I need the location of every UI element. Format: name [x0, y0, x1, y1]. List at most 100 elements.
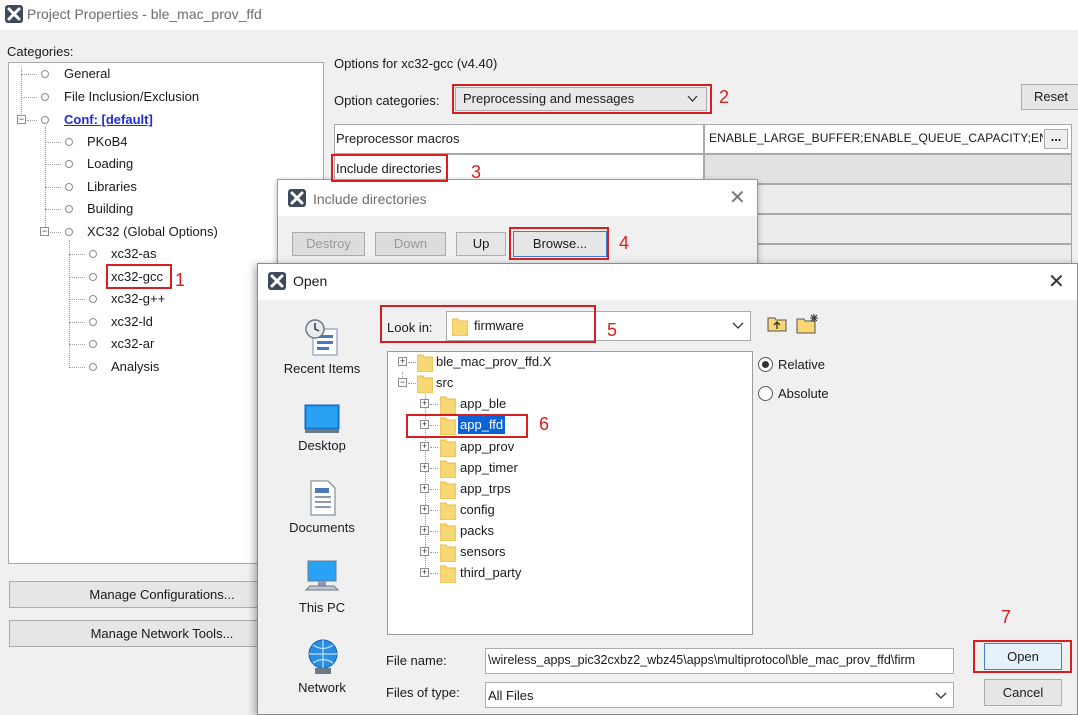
folder-row-app-trps[interactable]: + app_trps: [388, 479, 754, 499]
annotation-number-5: 5: [607, 320, 618, 340]
file-name-label: File name:: [386, 653, 447, 668]
category-general[interactable]: General: [64, 65, 110, 83]
recent-items-label: Recent Items: [283, 361, 361, 376]
folder-row-app-prov[interactable]: + app_prov: [388, 437, 754, 457]
expand-icon[interactable]: +: [398, 357, 407, 366]
category-libraries[interactable]: Libraries: [87, 178, 137, 196]
place-documents[interactable]: Documents: [274, 478, 370, 535]
macros-ellipsis-button[interactable]: ...: [1044, 129, 1068, 149]
folder-label: sensors: [460, 544, 506, 559]
annotation-box-7: [973, 640, 1072, 673]
expand-icon[interactable]: +: [420, 505, 429, 514]
category-xc32-as[interactable]: xc32-as: [111, 245, 157, 263]
xc32-ar-bullet-icon: [89, 340, 97, 348]
folder-label: app_prov: [460, 439, 515, 454]
category-pkob4[interactable]: PKoB4: [87, 133, 127, 151]
relative-radio[interactable]: Relative: [758, 355, 868, 375]
down-button[interactable]: Down: [375, 232, 446, 256]
options-for-label: Options for xc32-gcc (v4.40): [334, 56, 498, 71]
app-logo-icon: [268, 272, 286, 290]
category-xc32-ld[interactable]: xc32-ld: [111, 313, 153, 331]
chevron-down-icon: [935, 692, 947, 700]
expand-icon[interactable]: +: [420, 399, 429, 408]
destroy-button[interactable]: Destroy: [292, 232, 365, 256]
expand-icon[interactable]: +: [420, 484, 429, 493]
new-folder-icon[interactable]: [796, 313, 820, 335]
option-categories-label: Option categories:: [334, 93, 440, 108]
category-xc32-ar[interactable]: xc32-ar: [111, 335, 154, 353]
up-button[interactable]: Up: [456, 232, 506, 256]
xc32-collapse-icon[interactable]: −: [40, 227, 49, 236]
category-building[interactable]: Building: [87, 200, 133, 218]
radio-unselected-icon: [758, 386, 773, 401]
include-directories-titlebar: Include directories ✕: [278, 180, 757, 216]
reset-button[interactable]: Reset: [1021, 84, 1078, 110]
folder-label: app_ble: [460, 396, 507, 411]
libraries-bullet-icon: [65, 183, 73, 191]
folder-label: ble_mac_prov_ffd.X: [436, 354, 552, 369]
expand-icon[interactable]: +: [420, 568, 429, 577]
annotation-box-6: [406, 414, 528, 438]
folder-row-src[interactable]: − src: [388, 373, 754, 393]
expand-icon[interactable]: +: [420, 463, 429, 472]
loading-bullet-icon: [65, 160, 73, 168]
file-name-input[interactable]: \wireless_apps_pic32cxbz2_wbz45\apps\mul…: [485, 648, 954, 674]
folder-row-packs[interactable]: + packs: [388, 521, 754, 541]
folder-icon: [417, 352, 433, 372]
preprocessor-macros-cell[interactable]: ENABLE_LARGE_BUFFER;ENABLE_QUEUE_CAPACIT…: [704, 124, 1072, 154]
category-xc32-gpp[interactable]: xc32-g++: [111, 290, 165, 308]
category-file-inclusion[interactable]: File Inclusion/Exclusion: [64, 88, 199, 106]
app-logo-icon: [5, 5, 23, 23]
annotation-number-4: 4: [619, 233, 630, 253]
folder-row-ble-mac-prov-ffd-x[interactable]: + ble_mac_prov_ffd.X: [388, 352, 754, 372]
files-of-type-select[interactable]: All Files: [485, 682, 954, 708]
folder-row-app-timer[interactable]: + app_timer: [388, 458, 754, 478]
place-desktop[interactable]: Desktop: [274, 402, 370, 454]
category-conf-default[interactable]: Conf: [default]: [64, 111, 153, 129]
absolute-radio[interactable]: Absolute: [758, 384, 868, 404]
folder-icon: [440, 394, 456, 414]
radio-selected-icon: [758, 357, 773, 372]
up-folder-icon[interactable]: [767, 314, 789, 334]
expand-icon[interactable]: +: [420, 442, 429, 451]
place-this-pc[interactable]: This PC: [274, 560, 370, 616]
categories-label: Categories:: [7, 44, 74, 59]
building-bullet-icon: [65, 205, 73, 213]
window-title: Project Properties - ble_mac_prov_ffd: [27, 6, 262, 22]
file-tree-list[interactable]: + ble_mac_prov_ffd.X − src + app_ble + a…: [387, 351, 753, 635]
general-bullet-icon: [41, 70, 49, 78]
conf-collapse-icon[interactable]: −: [17, 115, 26, 124]
expand-icon[interactable]: +: [420, 547, 429, 556]
folder-icon: [440, 479, 456, 499]
xc32-ld-bullet-icon: [89, 318, 97, 326]
close-icon[interactable]: ✕: [1048, 272, 1065, 292]
folder-icon: [440, 563, 456, 583]
place-recent-items[interactable]: Recent Items: [274, 319, 370, 389]
folder-row-sensors[interactable]: + sensors: [388, 542, 754, 562]
xc32-gpp-bullet-icon: [89, 295, 97, 303]
recent-items-icon: [305, 319, 341, 359]
folder-label: config: [460, 502, 495, 517]
collapse-icon[interactable]: −: [398, 378, 407, 387]
category-analysis[interactable]: Analysis: [111, 358, 159, 376]
annotation-number-3: 3: [471, 162, 482, 182]
absolute-label: Absolute: [778, 386, 829, 401]
folder-row-config[interactable]: + config: [388, 500, 754, 520]
category-xc32-global[interactable]: XC32 (Global Options): [87, 223, 218, 241]
include-directories-value[interactable]: [704, 154, 1072, 184]
network-icon: [305, 638, 341, 678]
folder-row-third-party[interactable]: + third_party: [388, 563, 754, 583]
cancel-button[interactable]: Cancel: [984, 679, 1062, 706]
blank-row-value: [704, 214, 1072, 244]
annotation-box-1: [106, 264, 172, 289]
folder-row-app-ble[interactable]: + app_ble: [388, 394, 754, 414]
expand-icon[interactable]: +: [420, 526, 429, 535]
folder-label: src: [436, 375, 454, 390]
preprocessor-macros-value: ENABLE_LARGE_BUFFER;ENABLE_QUEUE_CAPACIT…: [709, 131, 1043, 145]
category-loading[interactable]: Loading: [87, 155, 133, 173]
blank-row-value: [704, 184, 1072, 214]
preprocessor-macros-label: Preprocessor macros: [334, 124, 704, 154]
close-icon[interactable]: ✕: [729, 188, 746, 208]
relative-label: Relative: [778, 357, 825, 372]
place-network[interactable]: Network: [274, 638, 370, 698]
